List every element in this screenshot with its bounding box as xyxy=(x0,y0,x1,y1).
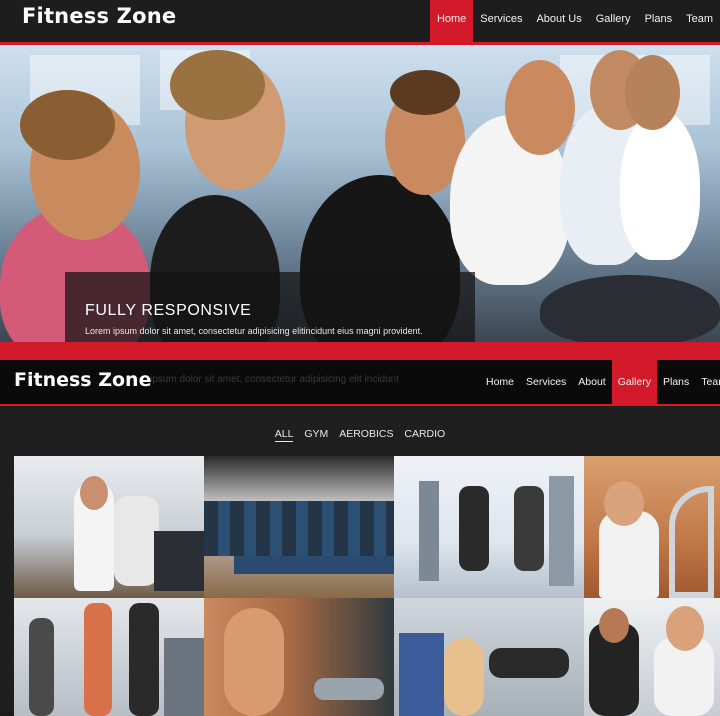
photo-machine xyxy=(419,481,439,581)
photo-dumbbell xyxy=(314,678,384,700)
nav-plans[interactable]: Plans xyxy=(638,0,680,42)
photo-machine xyxy=(154,531,204,591)
main-nav: Home Services About Us Gallery Plans Tea… xyxy=(429,0,720,42)
photo-arm xyxy=(224,608,284,716)
photo-machine xyxy=(164,638,204,716)
gallery-filters: ALL GYM AEROBICS CARDIO xyxy=(0,428,720,442)
photo-figure-head xyxy=(80,476,108,510)
hero-person-hair xyxy=(170,50,265,120)
gallery-image-gym-floor[interactable] xyxy=(14,598,204,716)
gallery-image-treadmill-row[interactable] xyxy=(204,456,394,598)
brand-logo[interactable]: Fitness Zone xyxy=(14,369,151,391)
background-ghost-text: ipsum dolor sit amet, consectetur adipis… xyxy=(150,374,400,385)
photo-figure xyxy=(459,486,489,571)
nav-team[interactable]: Team xyxy=(695,360,720,404)
photo-figure xyxy=(114,496,159,586)
photo-figure-head xyxy=(666,606,704,651)
filter-gym[interactable]: GYM xyxy=(304,428,328,441)
gallery-image-treadmill-woman[interactable] xyxy=(14,456,204,598)
photo-treadmills xyxy=(204,501,394,556)
top-header: Fitness Zone Home Services About Us Gall… xyxy=(0,0,720,42)
gallery-image-bike-woman[interactable] xyxy=(584,456,720,598)
nav-home[interactable]: Home xyxy=(480,360,520,404)
filter-aerobics[interactable]: AEROBICS xyxy=(339,428,393,441)
filter-cardio[interactable]: CARDIO xyxy=(404,428,445,441)
photo-figure-head xyxy=(604,481,644,526)
photo-figure xyxy=(514,486,544,571)
gallery-grid xyxy=(14,456,720,716)
hero-bottom-band xyxy=(0,342,720,360)
gallery-image-weights-room[interactable] xyxy=(394,456,584,598)
photo-figure xyxy=(489,648,569,678)
nav-services[interactable]: Services xyxy=(520,360,572,404)
photo-figure xyxy=(129,603,159,716)
gallery-image-trainers[interactable] xyxy=(584,598,720,716)
hero-caption: FULLY RESPONSIVE Lorem ipsum dolor sit a… xyxy=(65,272,475,342)
caption-title: FULLY RESPONSIVE xyxy=(85,302,252,319)
caption-text: Lorem ipsum dolor sit amet, consectetur … xyxy=(85,326,423,336)
hero-person-head xyxy=(505,60,575,155)
photo-figure xyxy=(29,618,54,716)
gallery-image-dumbbells[interactable] xyxy=(204,598,394,716)
nav-services[interactable]: Services xyxy=(473,0,529,42)
nav-gallery[interactable]: Gallery xyxy=(589,0,638,42)
brand-logo[interactable]: Fitness Zone xyxy=(22,4,176,28)
hero-person-hair xyxy=(20,90,115,160)
hero-person-head xyxy=(625,55,680,130)
hero-slider[interactable]: FULLY RESPONSIVE Lorem ipsum dolor sit a… xyxy=(0,45,720,342)
photo-treadmills-base xyxy=(234,556,394,574)
photo-figure xyxy=(444,638,484,716)
photo-machine xyxy=(549,476,574,586)
nav-home[interactable]: Home xyxy=(429,0,474,42)
photo-figure-head xyxy=(599,608,629,643)
hero-person xyxy=(620,110,700,260)
sticky-header: ipsum dolor sit amet, consectetur adipis… xyxy=(0,360,720,432)
nav-about-us[interactable]: About Us xyxy=(529,0,588,42)
gallery-section: ALL GYM AEROBICS CARDIO xyxy=(0,406,720,716)
hero-bike xyxy=(540,275,720,342)
nav-about-us[interactable]: About Us xyxy=(572,360,611,432)
sticky-nav: Home Services About Us Gallery Plans Tea… xyxy=(480,360,720,432)
nav-plans[interactable]: Plans xyxy=(657,360,695,404)
photo-machine xyxy=(399,633,444,716)
photo-machine xyxy=(669,486,714,598)
photo-figure xyxy=(84,603,112,716)
hero-person-hair xyxy=(390,70,460,115)
nav-team[interactable]: Team xyxy=(679,0,720,42)
gallery-image-bench[interactable] xyxy=(394,598,584,716)
nav-gallery[interactable]: Gallery xyxy=(611,360,657,404)
filter-all[interactable]: ALL xyxy=(274,428,294,442)
